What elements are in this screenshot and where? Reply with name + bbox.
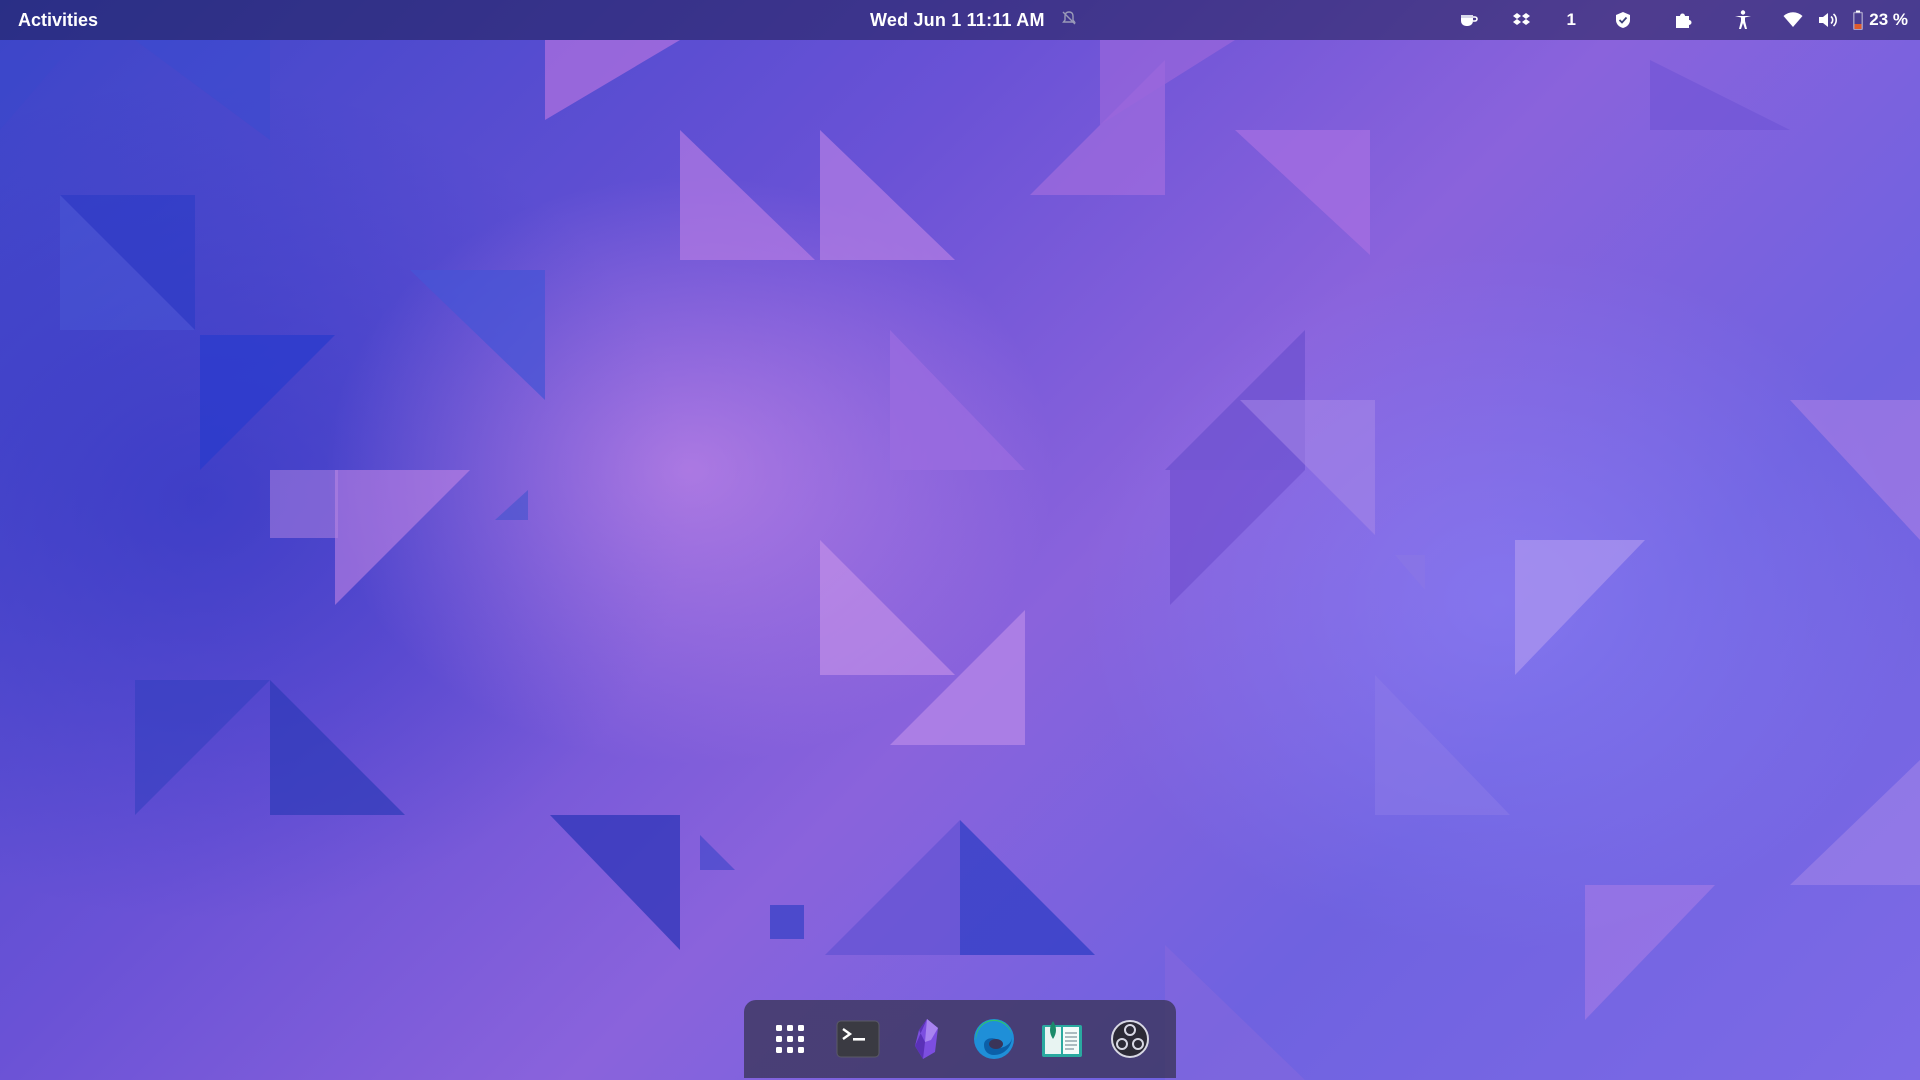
obsidian-launcher[interactable] [900,1013,952,1065]
date-time-menu[interactable]: Wed Jun 1 11:11 AM [870,0,1077,40]
workspace-indicator[interactable]: 1 [1549,0,1593,40]
shield-icon [1615,11,1631,29]
extensions-indicator[interactable] [1653,0,1713,40]
show-applications-button[interactable] [764,1013,816,1065]
book-reader-icon [1040,1019,1084,1059]
battery-low-icon [1853,10,1864,30]
accessibility-menu[interactable] [1713,0,1773,40]
clock-label: Wed Jun 1 11:11 AM [870,9,1045,30]
obsidian-crystal-icon [911,1018,941,1060]
caffeine-indicator[interactable] [1441,0,1495,40]
speaker-icon [1818,11,1838,29]
wifi-indicator[interactable] [1773,0,1813,40]
accessibility-icon [1734,10,1752,30]
activities-button[interactable]: Activities [0,0,116,40]
book-reader-launcher[interactable] [1036,1013,1088,1065]
edge-browser-launcher[interactable] [968,1013,1020,1065]
coffee-cup-icon [1458,11,1479,29]
triangle-wallpaper [0,40,1920,1080]
obs-studio-icon [1110,1019,1150,1059]
dropbox-icon [1513,12,1531,28]
dropbox-indicator[interactable] [1495,0,1549,40]
puzzle-piece-icon [1673,10,1693,30]
system-tray: 1 23 % [1441,0,1912,40]
terminal-icon [836,1019,880,1059]
wifi-icon [1783,12,1803,28]
volume-indicator[interactable] [1813,0,1843,40]
battery-indicator[interactable]: 23 % [1843,0,1912,40]
battery-percentage: 23 % [1869,10,1908,29]
desktop-background: Activities Wed Jun 1 11:11 AM 1 23 % [0,0,1920,1080]
app-grid-icon [773,1022,807,1056]
terminal-launcher[interactable] [832,1013,884,1065]
obs-studio-launcher[interactable] [1104,1013,1156,1065]
bell-muted-icon [1061,10,1077,31]
vpn-indicator[interactable] [1593,0,1653,40]
dock [744,1000,1176,1078]
top-panel: Activities Wed Jun 1 11:11 AM 1 23 % [0,0,1920,40]
edge-browser-icon [972,1017,1016,1061]
